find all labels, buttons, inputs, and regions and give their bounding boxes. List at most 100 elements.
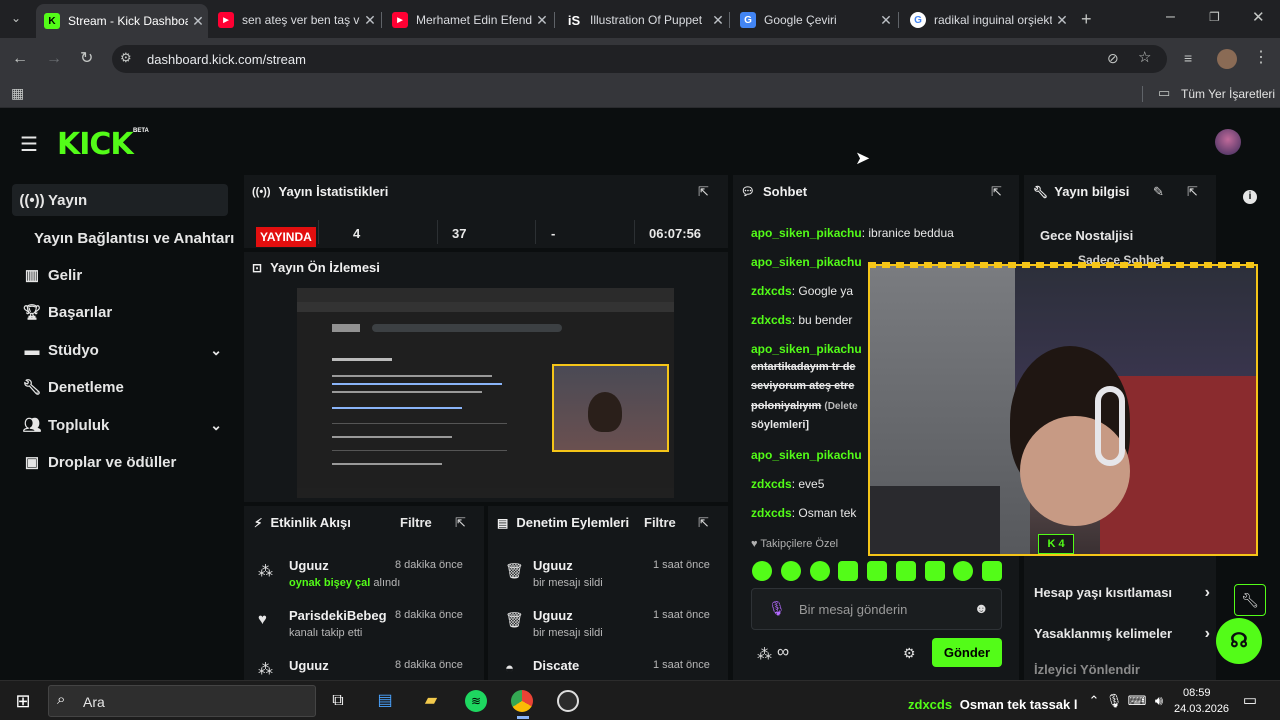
chat-username[interactable]: zdxcds bbox=[751, 284, 792, 298]
edge-app-icon[interactable]: ▤ bbox=[373, 690, 397, 712]
emoji-icon[interactable]: ☻ bbox=[974, 600, 989, 616]
activity-filter-button[interactable]: Filtre bbox=[400, 515, 432, 530]
activity-user[interactable]: Uguuz bbox=[289, 558, 329, 573]
emote-icon[interactable] bbox=[780, 561, 801, 581]
tab-istock[interactable]: iS Illustration Of Puppet ✕ bbox=[558, 6, 728, 34]
moderation-user[interactable]: Uguuz bbox=[533, 558, 573, 573]
address-bar[interactable]: ⚙ dashboard.kick.com/stream ⊘ ☆ bbox=[112, 45, 1167, 73]
forward-icon[interactable]: → bbox=[46, 51, 62, 67]
all-bookmarks-link[interactable]: Tüm Yer İşaretleri bbox=[1181, 87, 1275, 101]
sidebar-item-stream-key[interactable]: Yayın Bağlantısı ve Anahtarı bbox=[34, 222, 244, 254]
network-icon[interactable]: ⌨ bbox=[1125, 690, 1149, 712]
close-icon[interactable]: ✕ bbox=[1052, 12, 1072, 29]
popout-icon[interactable]: ⇱ bbox=[698, 184, 709, 200]
moderation-user[interactable]: Uguuz bbox=[533, 608, 573, 623]
kick-logo[interactable]: KICK bbox=[57, 127, 134, 162]
moderation-filter-button[interactable]: Filtre bbox=[644, 515, 676, 530]
eye-off-icon[interactable]: ⊘ bbox=[1107, 51, 1119, 65]
activity-user[interactable]: ParisdekiBebeg bbox=[289, 608, 387, 623]
restore-icon[interactable]: ❐ bbox=[1209, 11, 1220, 23]
emote-icon[interactable] bbox=[953, 561, 974, 581]
sidebar-item-studyo[interactable]: ▬ Stüdyo ⌄ bbox=[12, 334, 228, 366]
chat-username[interactable]: zdxcds bbox=[751, 506, 792, 520]
chevron-down-icon[interactable]: ⌄ bbox=[210, 342, 222, 359]
spotify-icon[interactable]: ≋ bbox=[465, 690, 487, 712]
chrome-icon[interactable] bbox=[511, 690, 533, 712]
info-icon[interactable]: i bbox=[1243, 190, 1257, 204]
sidebar-item-yayin[interactable]: ((•)) Yayın bbox=[12, 184, 228, 216]
close-icon[interactable]: ✕ bbox=[708, 12, 728, 29]
edit-icon[interactable]: ✎ bbox=[1153, 184, 1164, 200]
emote-icon[interactable] bbox=[752, 561, 772, 581]
tab-kick-dashboard[interactable]: K Stream - Kick Dashboard ✕ bbox=[36, 4, 208, 38]
microphone-icon[interactable]: 🎙︎ bbox=[768, 600, 786, 617]
chat-username[interactable]: zdxcds bbox=[751, 477, 792, 491]
sidebar-item-gelir[interactable]: ▥ Gelir bbox=[12, 259, 228, 291]
activity-user[interactable]: Uguuz bbox=[289, 658, 329, 673]
close-icon[interactable]: ✕ bbox=[188, 13, 208, 30]
moderation-user[interactable]: Discate bbox=[533, 658, 579, 673]
close-icon[interactable]: ✕ bbox=[532, 12, 552, 29]
sidebar-item-topluluk[interactable]: 👥︎ Topluluk ⌄ bbox=[12, 409, 228, 441]
emote-icon[interactable] bbox=[838, 561, 859, 581]
popout-icon[interactable]: ⇱ bbox=[1187, 184, 1198, 200]
emote-icon[interactable] bbox=[809, 561, 830, 581]
user-avatar[interactable] bbox=[1215, 129, 1241, 155]
star-icon[interactable]: ☆ bbox=[1138, 50, 1151, 65]
close-icon[interactable]: ✕ bbox=[876, 12, 896, 29]
chevron-down-icon[interactable]: ⌄ bbox=[210, 417, 222, 434]
setting-row-account-age[interactable]: Hesap yaşı kısıtlaması › bbox=[1034, 584, 1210, 603]
setting-row-banned-words[interactable]: Yasaklanmış kelimeler › bbox=[1034, 625, 1210, 644]
sidebar-item-droplar[interactable]: ▣ Droplar ve ödüller bbox=[12, 446, 228, 478]
profile-avatar[interactable] bbox=[1217, 49, 1237, 69]
emote-icon[interactable] bbox=[867, 561, 887, 581]
back-icon[interactable]: ← bbox=[12, 51, 28, 67]
tab-google-translate[interactable]: G Google Çeviri ✕ bbox=[732, 6, 896, 34]
emote-icon[interactable] bbox=[895, 561, 916, 581]
stream-preview-video[interactable] bbox=[297, 288, 674, 498]
media-control-icon[interactable]: ≡ bbox=[1184, 51, 1192, 65]
tab-google-search[interactable]: G radikal inguinal orşiekt ✕ bbox=[902, 6, 1072, 34]
apps-grid-icon[interactable]: ▦ bbox=[11, 86, 24, 100]
notification-icon[interactable]: ▭ bbox=[1238, 690, 1262, 712]
tab-youtube-2[interactable]: ▶ Merhamet Edin Efendi ✕ bbox=[384, 6, 552, 34]
volume-icon[interactable]: 🔊︎ bbox=[1147, 690, 1171, 712]
reload-icon[interactable]: ↻ bbox=[80, 51, 93, 67]
chat-username[interactable]: zdxcds bbox=[751, 313, 792, 327]
chat-username[interactable]: apo_siken_pikachu bbox=[751, 226, 862, 240]
sidebar-item-basarilar[interactable]: 🏆︎ Başarılar bbox=[12, 296, 228, 328]
taskbar-search[interactable]: ⌕ Ara bbox=[48, 685, 316, 717]
send-button[interactable]: Gönder bbox=[932, 638, 1002, 667]
window-close-icon[interactable]: ✕ bbox=[1252, 10, 1265, 25]
chat-username[interactable]: apo_siken_pikachu bbox=[751, 255, 862, 269]
clock-time[interactable]: 08:59 bbox=[1183, 687, 1211, 699]
chat-input-placeholder: Bir mesaj gönderin bbox=[799, 602, 908, 617]
chat-input[interactable]: 🎙︎ Bir mesaj gönderin ☻ bbox=[751, 588, 1002, 630]
setting-row-host[interactable]: İzleyici Yönlendir bbox=[1034, 662, 1210, 680]
file-explorer-icon[interactable]: ▰ bbox=[419, 690, 443, 712]
sidebar-item-denetleme[interactable]: 🔧︎ Denetleme bbox=[12, 371, 228, 403]
wrench-icon[interactable]: 🔧︎ bbox=[1234, 584, 1266, 616]
tab-youtube-1[interactable]: ▶ sen ateş ver ben taş ver ✕ bbox=[210, 6, 380, 34]
site-info-icon[interactable]: ⚙ bbox=[120, 51, 132, 64]
popout-icon[interactable]: ⇱ bbox=[991, 184, 1002, 200]
close-icon[interactable]: ✕ bbox=[360, 12, 380, 29]
tab-search-icon[interactable]: ⌄ bbox=[11, 12, 21, 24]
task-view-icon[interactable]: ⧉ bbox=[326, 690, 350, 712]
new-tab-icon[interactable]: + bbox=[1081, 10, 1092, 28]
hamburger-menu-icon[interactable]: ☰ bbox=[20, 132, 38, 157]
obs-icon[interactable] bbox=[557, 690, 579, 712]
clock-date[interactable]: 24.03.2026 bbox=[1174, 703, 1229, 715]
popout-icon[interactable]: ⇱ bbox=[698, 515, 709, 531]
more-menu-icon[interactable]: ⋮ bbox=[1253, 50, 1269, 66]
chat-username[interactable]: apo_siken_pikachu bbox=[751, 448, 862, 462]
emote-icon[interactable] bbox=[982, 561, 1002, 581]
windows-start-icon[interactable]: ⊞ bbox=[11, 690, 35, 712]
gear-icon[interactable]: ⚙ bbox=[903, 645, 916, 662]
popout-icon[interactable]: ⇱ bbox=[455, 515, 466, 531]
chat-username[interactable]: apo_siken_pikachu bbox=[751, 342, 862, 356]
minimize-icon[interactable]: – bbox=[1166, 9, 1175, 25]
microphone-icon[interactable]: 🎙︎ bbox=[1102, 690, 1126, 712]
emote-icon[interactable] bbox=[924, 561, 945, 581]
support-headset-icon[interactable]: ☊ bbox=[1216, 618, 1262, 664]
